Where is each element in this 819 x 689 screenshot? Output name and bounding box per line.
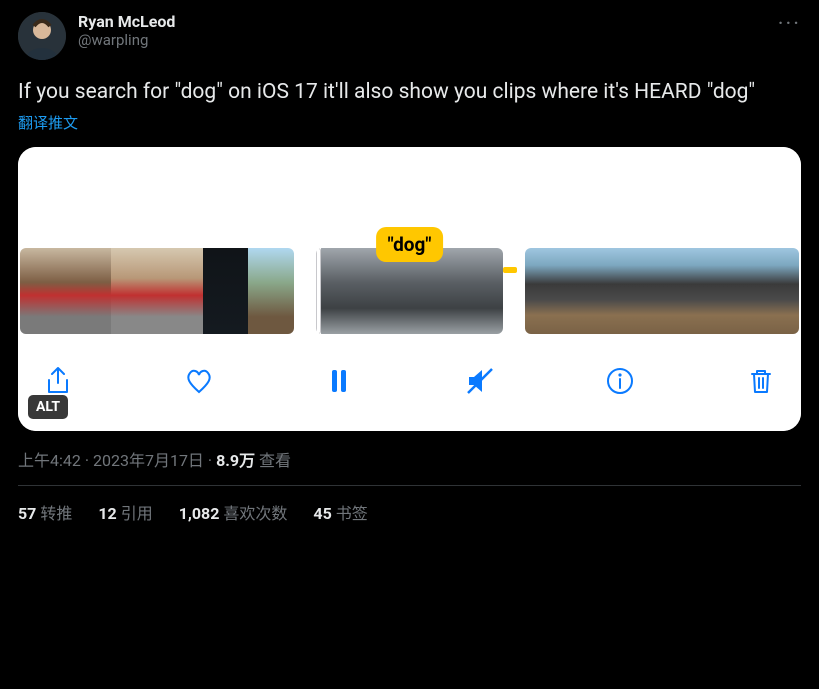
clip-group[interactable] xyxy=(20,248,294,334)
tweet-header: Ryan McLeod @warpling xyxy=(18,12,801,60)
author-names: Ryan McLeod @warpling xyxy=(78,12,175,49)
stat-retweets[interactable]: 57转推 xyxy=(18,500,72,524)
thumbnail xyxy=(616,248,662,334)
stat-quotes[interactable]: 12引用 xyxy=(98,500,152,524)
thumbnail xyxy=(321,248,367,334)
divider xyxy=(18,485,801,486)
tweet-container: ··· Ryan McLeod @warpling If you search … xyxy=(18,12,801,524)
thumbnail xyxy=(458,248,504,334)
display-name[interactable]: Ryan McLeod xyxy=(78,12,175,31)
thumbnail xyxy=(662,248,708,334)
tweet-text: If you search for "dog" on iOS 17 it'll … xyxy=(18,78,801,106)
heart-button[interactable] xyxy=(179,361,219,401)
thumbnail xyxy=(111,248,157,334)
info-button[interactable] xyxy=(600,361,640,401)
stat-bookmarks[interactable]: 45书签 xyxy=(313,500,367,524)
thumbnail xyxy=(753,248,799,334)
views-label: 查看 xyxy=(259,451,291,470)
translate-link[interactable]: 翻译推文 xyxy=(18,112,801,133)
thumbnail xyxy=(20,248,66,334)
thumbnail xyxy=(203,248,249,334)
tweet-date[interactable]: 2023年7月17日 xyxy=(93,451,204,470)
tweet-stats: 57转推 12引用 1,082喜欢次数 45书签 xyxy=(18,500,801,524)
thumbnail xyxy=(525,248,571,334)
media-card[interactable]: "dog" xyxy=(18,147,801,431)
clip-group[interactable] xyxy=(525,248,799,334)
pause-button[interactable] xyxy=(319,361,359,401)
caption-marker xyxy=(503,267,517,273)
thumbnail xyxy=(571,248,617,334)
handle[interactable]: @warpling xyxy=(78,31,175,49)
thumbnail xyxy=(66,248,112,334)
media-toolbar xyxy=(18,337,801,431)
thumbnail xyxy=(248,248,294,334)
thumbnail xyxy=(708,248,754,334)
more-options-button[interactable]: ··· xyxy=(778,12,801,37)
caption-badge: "dog" xyxy=(376,227,444,262)
tweet-time[interactable]: 上午4:42 xyxy=(18,451,81,470)
avatar[interactable] xyxy=(18,12,66,60)
views-count[interactable]: 8.9万 xyxy=(216,451,255,470)
stat-likes[interactable]: 1,082喜欢次数 xyxy=(179,500,288,524)
alt-badge[interactable]: ALT xyxy=(28,395,68,419)
thumbnail xyxy=(157,248,203,334)
trash-button[interactable] xyxy=(741,361,781,401)
mute-button[interactable] xyxy=(460,361,500,401)
tweet-meta: 上午4:42 · 2023年7月17日 · 8.9万 查看 xyxy=(18,447,801,471)
